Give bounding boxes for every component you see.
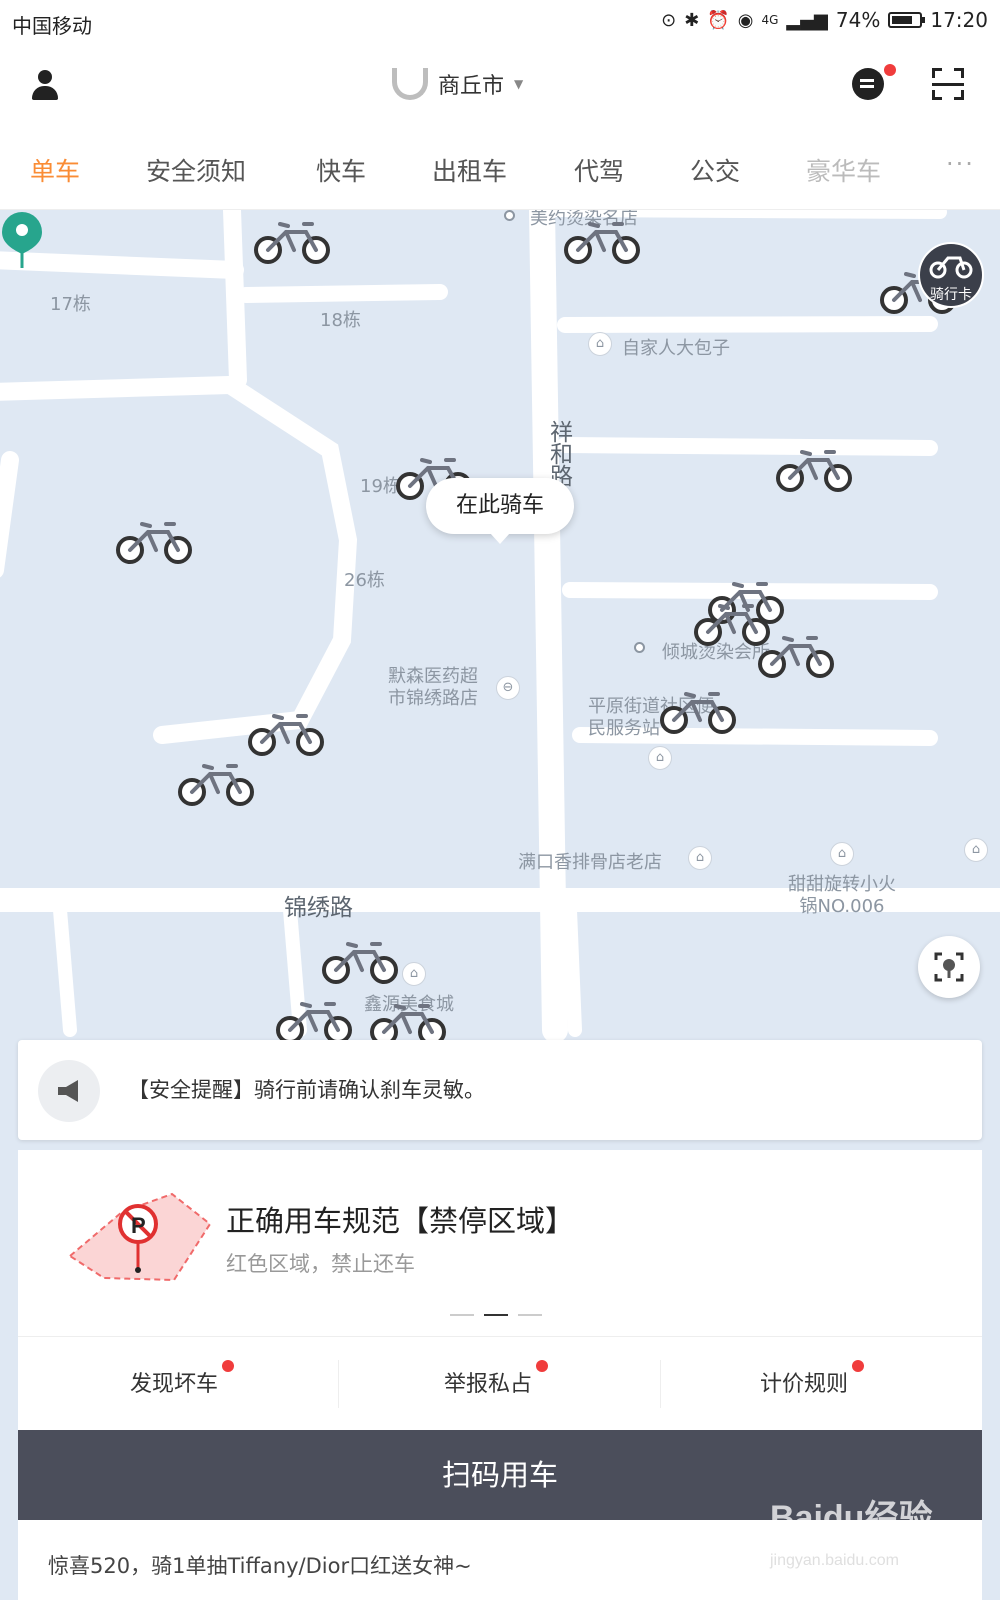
map-label-baozi: 自家人大包子 xyxy=(622,338,730,359)
locate-icon xyxy=(934,952,964,982)
carrier-label: 中国移动 xyxy=(12,14,92,38)
map-label-road-jinxiu: 锦绣路 xyxy=(284,895,353,921)
battery-icon xyxy=(888,12,926,28)
restaurant-icon: ⌂ xyxy=(402,962,426,986)
report-private-badge xyxy=(536,1360,548,1372)
location-icon: ⊙ xyxy=(661,9,677,31)
pricing-rules-button[interactable]: 计价规则 xyxy=(760,1366,848,1398)
poi-dot-icon xyxy=(504,210,515,221)
message-icon[interactable] xyxy=(852,68,884,100)
tab-taxi[interactable]: 出租车 xyxy=(432,152,507,188)
status-bar: 中国移动 ⊙ ✱ ⏰ ◉ 4G ▂▄▆ 74% 17:20 xyxy=(0,0,1000,46)
restaurant-icon: ⌂ xyxy=(588,332,612,356)
map-label-b17: 17栋 xyxy=(50,294,91,315)
battery-percent: 74% xyxy=(835,8,881,32)
scan-icon[interactable] xyxy=(932,68,964,100)
bike-marker-icon[interactable] xyxy=(758,632,836,680)
baidu-watermark: Baidu经验 xyxy=(770,1499,933,1537)
more-tabs-icon[interactable]: ··· xyxy=(946,150,975,178)
report-broken-badge xyxy=(222,1360,234,1372)
map-label-b26: 26栋 xyxy=(344,570,385,591)
restaurant-icon: ⌂ xyxy=(964,838,988,862)
top-bar: 商丘市 ▼ xyxy=(0,46,1000,126)
no-parking-zone-icon: P xyxy=(68,1192,212,1282)
clock: 17:20 xyxy=(930,8,988,32)
report-private-use-button[interactable]: 举报私占 xyxy=(444,1366,532,1398)
restaurant-icon: ⌂ xyxy=(688,846,712,870)
caret-down-icon: ▼ xyxy=(514,77,524,91)
baidu-watermark-url: jingyan.baidu.com xyxy=(770,1552,899,1569)
bike-marker-icon[interactable] xyxy=(660,688,738,736)
city-name: 商丘市 xyxy=(438,74,505,99)
status-icons: ⊙ ✱ ⏰ ◉ 4G ▂▄▆ 74% 17:20 xyxy=(661,8,988,32)
restaurant-icon: ⌂ xyxy=(830,842,854,866)
map-label-road-xianghe: 祥和路 xyxy=(550,420,573,490)
tab-luxury[interactable]: 豪华车 xyxy=(806,152,881,188)
ride-card-button[interactable]: 骑行卡 xyxy=(918,242,984,308)
carousel-dots xyxy=(450,1314,542,1316)
bike-marker-icon[interactable] xyxy=(776,446,854,494)
bike-marker-icon[interactable] xyxy=(276,998,354,1046)
bike-small-icon xyxy=(929,256,973,279)
service-tabs: 单车 安全须知 快车 出租车 代驾 公交 豪华车 ··· xyxy=(0,126,1000,210)
bike-marker-icon[interactable] xyxy=(116,518,194,566)
bike-marker-icon[interactable] xyxy=(248,710,326,758)
didi-logo-icon xyxy=(392,68,428,100)
locate-button[interactable] xyxy=(918,936,980,998)
map-label-hotpot: 甜甜旋转小火锅NO.006 xyxy=(788,874,896,917)
pharmacy-icon: ⊖ xyxy=(496,676,520,700)
ride-card-label: 骑行卡 xyxy=(930,287,972,303)
banner-title: 正确用车规范【禁停区域】 xyxy=(226,1204,575,1238)
megaphone-icon xyxy=(38,1060,100,1122)
location-pin-icon xyxy=(2,212,42,268)
message-badge xyxy=(884,64,896,76)
pricing-rules-badge xyxy=(852,1360,864,1372)
tab-bus[interactable]: 公交 xyxy=(690,152,740,188)
bike-marker-icon[interactable] xyxy=(564,218,642,266)
promo-text: 惊喜520，骑1单抽Tiffany/Dior口红送女神~ xyxy=(48,1554,472,1578)
report-broken-bike-button[interactable]: 发现坏车 xyxy=(130,1366,218,1398)
poi-dot-icon xyxy=(634,642,645,653)
ride-here-bubble[interactable]: 在此骑车 xyxy=(426,478,574,544)
tab-safety[interactable]: 安全须知 xyxy=(146,152,246,188)
network-label: 4G xyxy=(761,13,779,27)
tab-bike[interactable]: 单车 xyxy=(30,152,80,188)
signal-icon: ▂▄▆ xyxy=(786,9,828,31)
tab-designated-driver[interactable]: 代驾 xyxy=(574,152,624,188)
bike-marker-icon[interactable] xyxy=(254,218,332,266)
map-label-paigu: 满口香排骨店老店 xyxy=(518,852,662,873)
bike-marker-icon[interactable] xyxy=(178,760,256,808)
map-label-pharmacy: 默森医药超市锦绣路店 xyxy=(388,666,478,709)
safety-notice[interactable]: 【安全提醒】骑行前请确认刹车灵敏。 xyxy=(18,1040,982,1140)
bike-marker-icon[interactable] xyxy=(322,938,400,986)
banner-subtitle: 红色区域，禁止还车 xyxy=(226,1252,415,1276)
svg-text:P: P xyxy=(131,1213,146,1238)
government-icon: ⌂ xyxy=(648,746,672,770)
bluetooth-icon: ✱ xyxy=(684,9,700,31)
city-selector[interactable]: 商丘市 ▼ xyxy=(392,68,523,100)
user-icon[interactable] xyxy=(30,70,60,102)
alarm-icon: ⏰ xyxy=(707,9,730,31)
notice-text: 【安全提醒】骑行前请确认刹车灵敏。 xyxy=(128,1078,485,1102)
tab-express[interactable]: 快车 xyxy=(316,152,366,188)
map-label-b19: 19栋 xyxy=(360,476,401,497)
eye-icon: ◉ xyxy=(737,9,754,31)
map-label-b18: 18栋 xyxy=(320,310,361,331)
